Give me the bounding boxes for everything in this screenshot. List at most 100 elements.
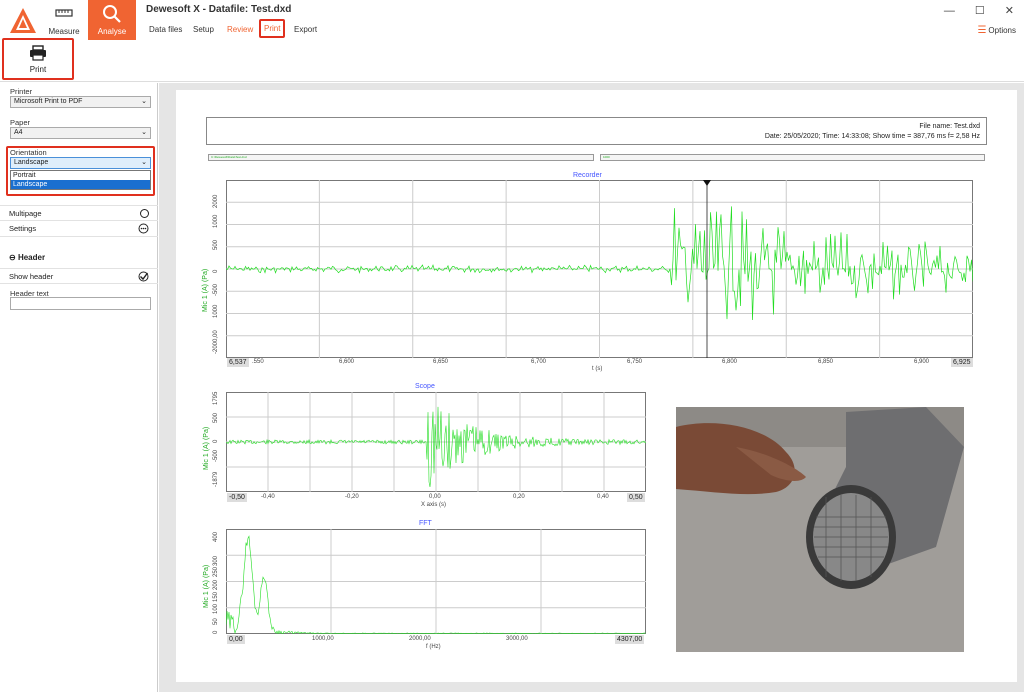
close-button[interactable]: ✕ <box>1005 5 1014 17</box>
window-title: Dewesoft X - Datafile: Test.dxd <box>146 4 292 15</box>
y-tick-label: 1000 <box>213 214 219 228</box>
orientation-value: Landscape <box>14 159 49 166</box>
show-header-row[interactable]: Show header <box>0 268 158 284</box>
y-tick-label: 100 <box>213 603 219 614</box>
search-icon <box>103 5 121 23</box>
y-tick-label: 200 <box>213 579 219 590</box>
option-landscape[interactable]: Landscape <box>11 180 150 189</box>
tab-export[interactable]: Export <box>294 25 317 34</box>
paper-value: A4 <box>14 129 23 136</box>
channel-strip-2: 1000 <box>600 154 985 161</box>
y-tick-label: -500 <box>213 283 219 296</box>
chevron-down-icon: ⌄ <box>141 98 147 105</box>
x-tick-label: 1000,00 <box>312 636 334 642</box>
y-tick-label: 2000 <box>213 194 219 208</box>
x-tick-label: 0,00 <box>429 494 441 500</box>
multipage-radio[interactable] <box>140 209 149 218</box>
scope-title: Scope <box>415 383 435 390</box>
scope-xend: 0,50 <box>627 493 645 502</box>
printer-select[interactable]: Microsoft Print to PDF ⌄ <box>10 96 151 108</box>
checkmark-icon[interactable] <box>138 271 149 284</box>
x-tick-label: 6,800 <box>722 359 738 365</box>
x-tick-label: 6,700 <box>531 359 547 365</box>
orientation-select[interactable]: Landscape ⌄ <box>10 157 151 169</box>
measure-icon <box>55 9 73 17</box>
x-tick-label: -0,40 <box>261 494 275 500</box>
header-text-input[interactable] <box>10 297 151 310</box>
title-bar: Measure Analyse Dewesoft X - Datafile: T… <box>0 0 1024 82</box>
report-header-box: File name: Test.dxd Date: 25/05/2020; Ti… <box>206 117 987 145</box>
y-tick-label: -1879 <box>213 471 219 487</box>
tab-data-files[interactable]: Data files <box>149 25 182 34</box>
printer-icon <box>30 45 46 61</box>
tab-review[interactable]: Review <box>227 25 253 34</box>
y-tick-label: 0 <box>213 269 219 273</box>
tab-print[interactable]: Print <box>259 19 286 38</box>
x-tick-label: 6,650 <box>433 359 449 365</box>
settings-row[interactable]: Settings <box>0 221 158 237</box>
fft-xlabel: f (Hz) <box>426 644 441 650</box>
x-tick-label: 6,850 <box>818 359 834 365</box>
hamburger-icon: ☰ <box>977 25 987 36</box>
y-tick-label: 1000 <box>213 304 219 318</box>
x-tick-label: 6,750 <box>627 359 643 365</box>
camera-snapshot-image <box>676 407 964 652</box>
x-tick-label: 0,40 <box>597 494 609 500</box>
recorder-xend: 6,925 <box>951 358 973 367</box>
fft-xstart: 0,00 <box>227 635 245 644</box>
maximize-button[interactable]: ☐ <box>975 5 1005 17</box>
y-tick-label: 500 <box>213 239 219 250</box>
y-tick-label: 1795 <box>213 391 219 405</box>
paper-label: Paper <box>10 118 31 127</box>
paper-select[interactable]: A4 ⌄ <box>10 127 151 139</box>
y-tick-label: 0 <box>213 439 219 443</box>
recorder-xstart: 6,537 <box>227 358 249 367</box>
recorder-xlabel: t (s) <box>592 366 603 372</box>
printer-value: Microsoft Print to PDF <box>14 98 83 105</box>
file-name-text: File name: Test.dxd <box>919 123 980 130</box>
x-tick-label: 2000,00 <box>409 636 431 642</box>
chevron-down-icon: ⌄ <box>141 129 147 136</box>
print-button[interactable]: Print <box>2 38 74 80</box>
fft-title: FFT <box>419 520 432 527</box>
recorder-ylabel: Mic 1 (A) (Pa) <box>202 268 209 312</box>
analyse-label: Analyse <box>97 27 127 36</box>
scope-chart <box>226 392 646 492</box>
window-controls: —☐✕ <box>944 4 1014 17</box>
scope-xstart: -0,50 <box>227 493 247 502</box>
minimize-button[interactable]: — <box>944 5 975 17</box>
y-tick-label: 250 <box>213 566 219 577</box>
y-tick-label: 300 <box>213 555 219 566</box>
channel-strip-1: C:\Dewesoft\Data\Test.dxd <box>208 154 594 161</box>
scope-ylabel: Mic 1 (A) (Pa) <box>203 426 210 470</box>
settings-label: Settings <box>9 224 37 233</box>
printer-label: Printer <box>10 87 33 96</box>
recorder-title: Recorder <box>573 172 602 179</box>
y-tick-label: 500 <box>213 412 219 423</box>
recorder-chart <box>226 180 973 358</box>
header-section-title[interactable]: ⊖ Header <box>9 253 45 262</box>
tab-setup[interactable]: Setup <box>193 25 214 34</box>
header-section-label: Header <box>17 253 46 262</box>
multipage-row[interactable]: Multipage <box>0 205 158 221</box>
collapse-icon: ⊖ <box>9 253 16 262</box>
more-icon[interactable] <box>138 223 149 236</box>
multipage-label: Multipage <box>9 209 42 218</box>
x-tick-label: 3000,00 <box>506 636 528 642</box>
options-button[interactable]: ☰ Options <box>977 25 1016 36</box>
x-tick-label: .550 <box>252 359 264 365</box>
print-label: Print <box>29 65 47 74</box>
info-text: Date: 25/05/2020; Time: 14:33:08; Show t… <box>764 133 980 140</box>
fft-ylabel: Mic 1 (A) (Pa) <box>203 564 210 608</box>
chevron-down-icon: ⌄ <box>141 159 147 166</box>
y-tick-label: -500 <box>213 449 219 462</box>
y-tick-label: 50 <box>213 618 219 625</box>
x-tick-label: -0,20 <box>345 494 359 500</box>
measure-mode-button[interactable]: Measure <box>40 0 88 40</box>
x-tick-label: 0,20 <box>513 494 525 500</box>
y-tick-label: 0 <box>213 630 219 634</box>
orientation-dropdown-list: Portrait Landscape <box>10 170 151 190</box>
analyse-mode-button[interactable]: Analyse <box>88 0 136 40</box>
option-portrait[interactable]: Portrait <box>11 171 150 180</box>
fft-xend: 4307,00 <box>615 635 645 644</box>
